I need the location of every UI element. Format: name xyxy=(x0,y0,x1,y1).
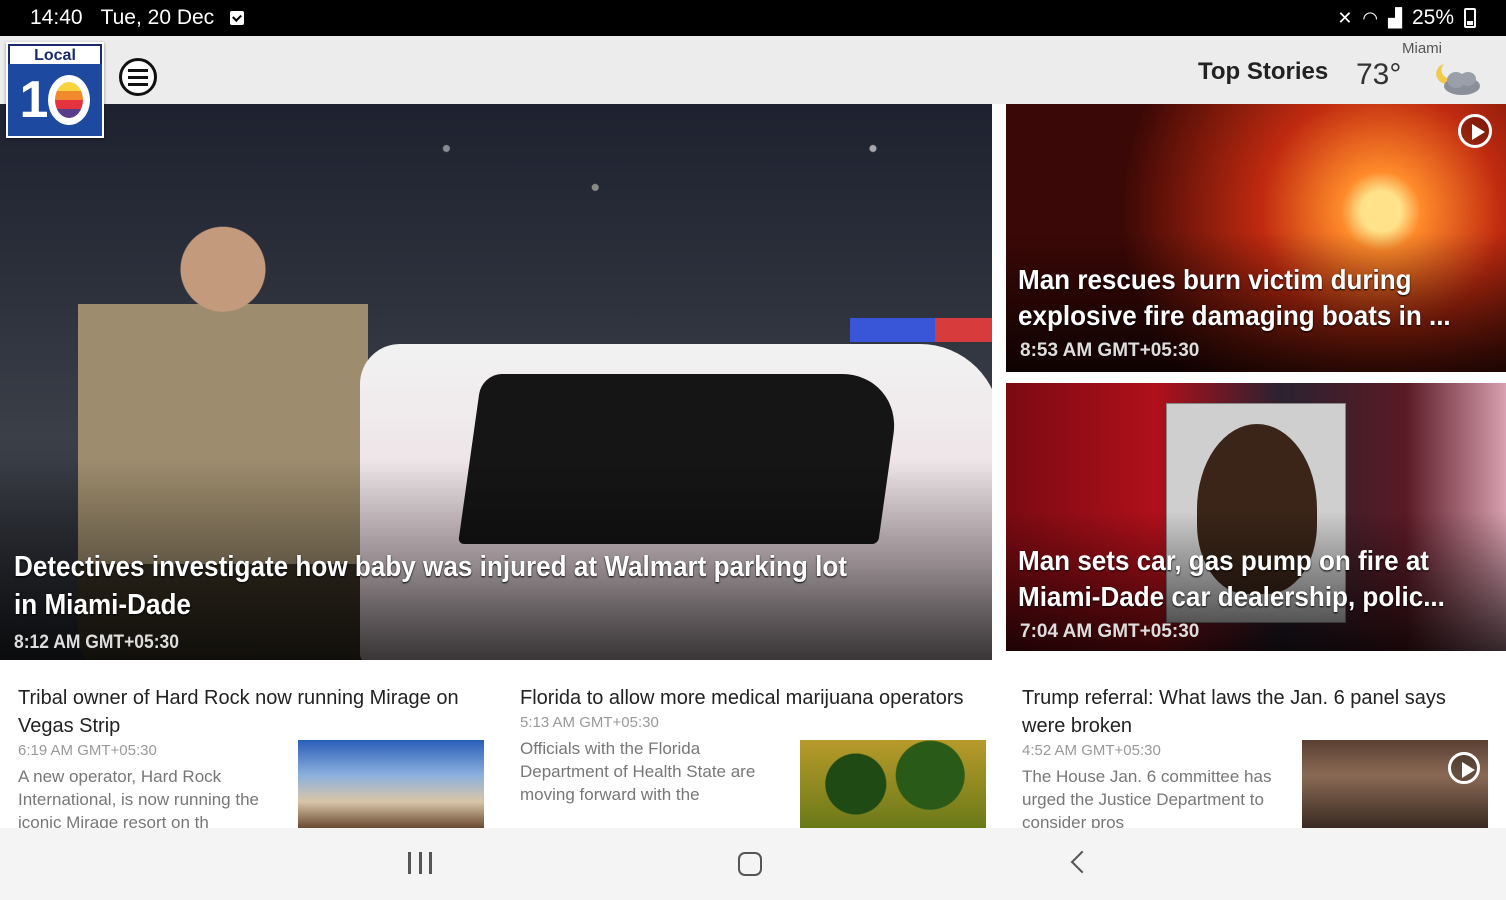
article-thumbnail[interactable] xyxy=(1302,740,1488,828)
article-item[interactable]: Trump referral: What laws the Jan. 6 pan… xyxy=(1022,684,1492,828)
back-icon[interactable] xyxy=(1070,850,1094,874)
logo-top-text: Local xyxy=(8,44,102,64)
local10-logo[interactable]: Local 1 xyxy=(6,42,104,138)
headline-line-2: Miami-Dade car dealership, polic... xyxy=(1018,581,1445,612)
hero-story-card[interactable]: Detectives investigate how baby was inju… xyxy=(0,104,992,660)
article-item[interactable]: Tribal owner of Hard Rock now running Mi… xyxy=(18,684,488,828)
menu-line-icon xyxy=(128,68,148,72)
weather-city: Miami xyxy=(1402,40,1442,57)
hero-headline[interactable]: Detectives investigate how baby was inju… xyxy=(14,548,858,624)
article-title[interactable]: Trump referral: What laws the Jan. 6 pan… xyxy=(1022,684,1472,740)
side-story-card[interactable]: Man sets car, gas pump on fire at Miami-… xyxy=(1006,383,1506,651)
signal-icon: ▟ xyxy=(1388,7,1402,28)
status-time: 14:40 xyxy=(30,6,83,29)
battery-icon xyxy=(1464,8,1476,28)
status-bar: 14:40 Tue, 20 Dec ✕ ◠ ▟ 25% xyxy=(0,0,1506,36)
menu-button[interactable] xyxy=(119,58,157,96)
article-summary: Officials with the Florida Department of… xyxy=(520,739,756,804)
recents-icon[interactable] xyxy=(408,852,432,874)
side-story-timestamp: 7:04 AM GMT+05:30 xyxy=(1020,621,1200,642)
article-title[interactable]: Tribal owner of Hard Rock now running Mi… xyxy=(18,684,468,740)
headline-line-1: Man sets car, gas pump on fire at xyxy=(1018,545,1429,576)
side-story-headline[interactable]: Man sets car, gas pump on fire at Miami-… xyxy=(1018,543,1461,615)
hero-timestamp: 8:12 AM GMT+05:30 xyxy=(14,632,179,653)
play-video-icon[interactable] xyxy=(1458,114,1492,148)
weather-temperature[interactable]: 73° xyxy=(1356,58,1401,92)
recents-bar xyxy=(408,852,411,874)
article-timestamp: 5:13 AM GMT+05:30 xyxy=(520,714,659,731)
logo-zero-icon xyxy=(48,75,91,125)
logo-mark: 1 xyxy=(8,64,102,136)
menu-line-icon xyxy=(128,82,148,86)
headline-line-1: Man rescues burn victim during xyxy=(1018,264,1412,295)
play-video-icon[interactable] xyxy=(1448,752,1480,784)
side-story-timestamp: 8:53 AM GMT+05:30 xyxy=(1020,340,1200,361)
article-thumbnail[interactable] xyxy=(298,740,484,828)
night-cloud-icon[interactable] xyxy=(1430,60,1482,96)
logo-number: 1 xyxy=(19,71,49,129)
article-item[interactable]: Florida to allow more medical marijuana … xyxy=(520,684,990,828)
battery-percent: 25% xyxy=(1411,6,1454,29)
notification-check-icon xyxy=(230,11,245,25)
status-date: Tue, 20 Dec xyxy=(100,6,215,29)
home-icon[interactable] xyxy=(738,852,762,876)
recents-bar xyxy=(418,852,422,874)
wifi-icon: ◠ xyxy=(1362,7,1379,28)
menu-line-icon xyxy=(128,75,148,79)
article-title[interactable]: Florida to allow more medical marijuana … xyxy=(520,684,970,712)
hero-image-lightbar xyxy=(850,318,992,342)
headline-line-2: explosive fire damaging boats in ... xyxy=(1018,300,1451,331)
article-thumbnail[interactable] xyxy=(800,740,986,828)
article-summary: A new operator, Hard Rock International,… xyxy=(18,767,259,828)
system-nav-bar xyxy=(0,828,1506,900)
section-title[interactable]: Top Stories xyxy=(1198,58,1328,86)
mute-icon: ✕ xyxy=(1337,7,1353,28)
status-icons: ✕ ◠ ▟ 25% xyxy=(1337,6,1476,30)
side-story-headline[interactable]: Man rescues burn victim during explosive… xyxy=(1018,262,1461,334)
article-summary: The House Jan. 6 committee has urged the… xyxy=(1022,767,1272,828)
article-list: Tribal owner of Hard Rock now running Mi… xyxy=(0,660,1506,828)
side-story-card[interactable]: Man rescues burn victim during explosive… xyxy=(1006,104,1506,372)
recents-bar xyxy=(429,852,432,874)
